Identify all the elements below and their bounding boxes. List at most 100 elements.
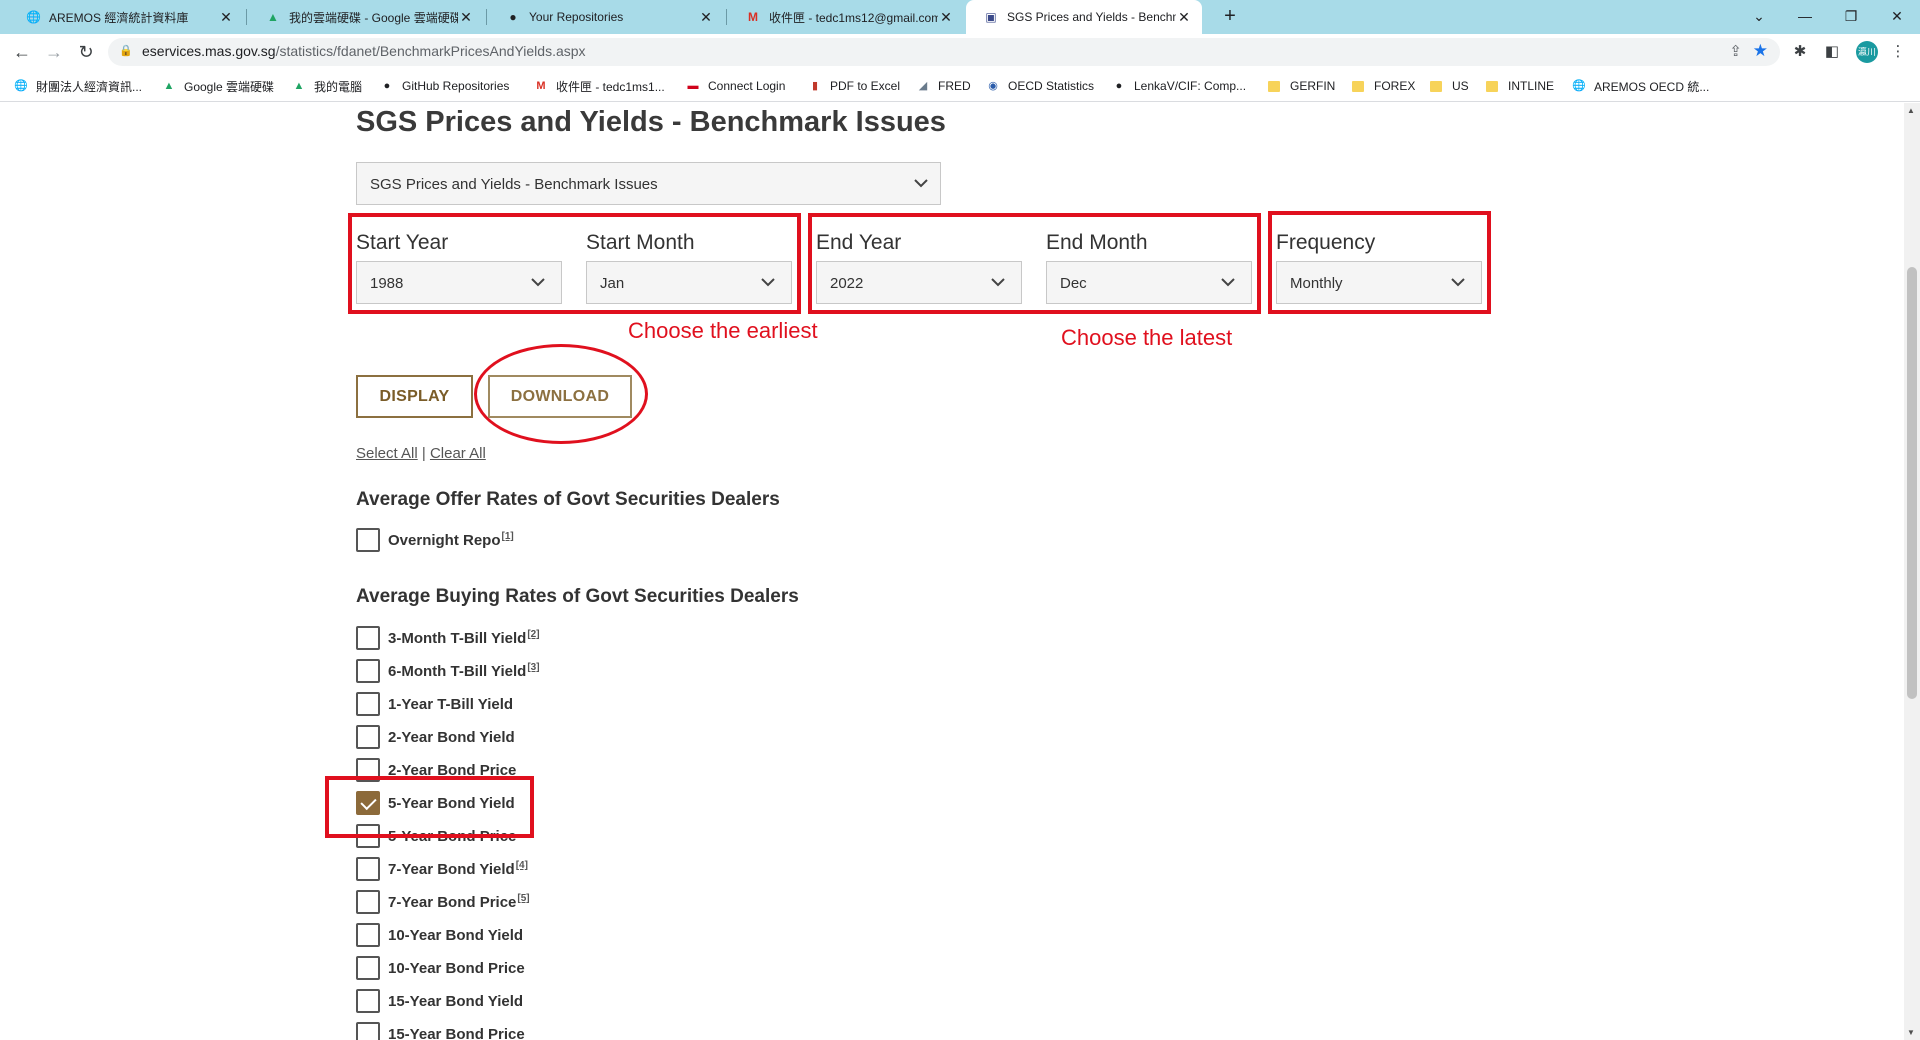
oecd-icon: ◉ (988, 80, 998, 92)
bookmark-item[interactable]: ◉ OECD Statistics (986, 78, 1094, 94)
tab-aremos[interactable]: 🌐 AREMOS 經濟統計資料庫 ✕ (8, 0, 244, 34)
page-scrollbar[interactable]: ▲ ▼ (1904, 103, 1920, 1040)
extensions-icon[interactable]: ✱ (1790, 42, 1810, 62)
folder-icon (1352, 81, 1364, 92)
checkbox[interactable] (356, 923, 380, 947)
bookmark-folder[interactable]: FOREX (1352, 78, 1415, 94)
restore-icon[interactable]: ❐ (1828, 2, 1874, 30)
checkbox[interactable] (356, 528, 380, 552)
dataset-selected-value: SGS Prices and Yields - Benchmark Issues (370, 176, 658, 193)
checkbox[interactable] (356, 857, 380, 881)
series-name: 15-Year Bond Price (388, 1025, 525, 1040)
download-button[interactable]: DOWNLOAD (488, 375, 632, 418)
checkbox[interactable] (356, 725, 380, 749)
close-icon[interactable]: ✕ (698, 9, 714, 26)
bookmark-item[interactable]: ▲ Google 雲端硬碟 (162, 78, 274, 94)
bookmark-folder[interactable]: INTLINE (1486, 78, 1554, 94)
footnote-link[interactable]: [4] (516, 860, 528, 871)
checkbox[interactable] (356, 692, 380, 716)
checkbox[interactable] (356, 890, 380, 914)
minimize-icon[interactable]: — (1782, 2, 1828, 30)
bookmark-folder[interactable]: GERFIN (1268, 78, 1335, 94)
series-name: 7-Year Bond Yield (388, 861, 515, 878)
tab-title: SGS Prices and Yields - Benchm (1007, 10, 1176, 24)
scrollbar-thumb[interactable] (1907, 267, 1917, 699)
github-icon: ● (383, 80, 391, 92)
annotation-box-5y-yield (325, 776, 534, 838)
scroll-down-icon[interactable]: ▼ (1907, 1028, 1915, 1037)
checkbox[interactable] (356, 1022, 380, 1040)
back-icon[interactable]: ← (10, 40, 34, 64)
reload-icon[interactable]: ↻ (74, 40, 98, 64)
close-icon[interactable]: ✕ (938, 9, 954, 26)
forward-icon[interactable]: → (42, 40, 66, 64)
footnote-link[interactable]: [1] (502, 531, 514, 542)
select-all-link[interactable]: Select All (356, 445, 418, 462)
checkbox[interactable] (356, 956, 380, 980)
checkbox-row[interactable]: 7-Year Bond Yield[4] (356, 857, 528, 881)
checkbox-label: 15-Year Bond Yield (388, 993, 523, 1010)
github-icon: ● (509, 10, 517, 24)
checkbox-row[interactable]: 1-Year T-Bill Yield (356, 692, 513, 716)
tab-sgs-prices[interactable]: ▣ SGS Prices and Yields - Benchm ✕ (966, 0, 1202, 34)
footnote-link[interactable]: [2] (527, 629, 539, 640)
footnote-link[interactable]: [5] (517, 893, 529, 904)
checkbox-row[interactable]: 3-Month T-Bill Yield[2] (356, 626, 540, 650)
share-icon[interactable]: ⇪ (1729, 42, 1742, 60)
bookmark-label: GitHub Repositories (402, 79, 510, 93)
checkbox[interactable] (356, 989, 380, 1013)
checkbox-row[interactable]: Overnight Repo[1] (356, 528, 514, 552)
checkbox-row[interactable]: 15-Year Bond Yield (356, 989, 523, 1013)
bookmark-item[interactable]: ▲ 我的電腦 (292, 78, 362, 94)
bookmark-item[interactable]: ▬ Connect Login (686, 78, 786, 94)
address-bar[interactable]: 🔒 eservices.mas.gov.sg/statistics/fdanet… (108, 38, 1780, 66)
close-icon[interactable]: ✕ (1176, 9, 1192, 26)
series-name: 10-Year Bond Yield (388, 926, 524, 944)
bookmark-star-icon[interactable]: ★ (1753, 41, 1768, 61)
url-text[interactable]: eservices.mas.gov.sg/statistics/fdanet/B… (142, 43, 586, 59)
checkbox-label: 10-Year Bond Yield (388, 927, 523, 944)
checkbox[interactable] (356, 659, 380, 683)
bookmark-item[interactable]: ▮ PDF to Excel (808, 78, 900, 94)
bookmark-item[interactable]: ● LenkaV/CIF: Comp... (1112, 78, 1246, 94)
scroll-up-icon[interactable]: ▲ (1907, 106, 1915, 115)
series-name: 1-Year T-Bill Yield (388, 695, 514, 713)
window-close-icon[interactable]: ✕ (1874, 2, 1920, 30)
new-tab-button[interactable]: + (1218, 5, 1242, 29)
checkbox-row[interactable]: 10-Year Bond Price (356, 956, 525, 980)
checkbox-label: 10-Year Bond Price (388, 960, 525, 977)
checkbox-label: 6-Month T-Bill Yield[3] (388, 662, 540, 680)
tab-google-drive[interactable]: ▲ 我的雲端硬碟 - Google 雲端硬碟 ✕ (248, 0, 484, 34)
side-panel-icon[interactable]: ◧ (1822, 42, 1842, 62)
checkbox-row[interactable]: 15-Year Bond Price (356, 1022, 525, 1040)
menu-icon[interactable]: ⋮ (1888, 42, 1908, 62)
dataset-dropdown[interactable]: SGS Prices and Yields - Benchmark Issues (356, 162, 941, 205)
close-icon[interactable]: ✕ (458, 9, 474, 26)
bookmark-item[interactable]: 🌐 財團法人經濟資訊... (14, 78, 142, 94)
bookmark-item[interactable]: 🌐 AREMOS OECD 統... (1572, 78, 1709, 94)
link-separator: | (421, 445, 426, 462)
close-icon[interactable]: ✕ (218, 9, 234, 26)
tab-github[interactable]: ● Your Repositories ✕ (488, 0, 724, 34)
checkbox-label: 1-Year T-Bill Yield (388, 696, 513, 713)
tab-gmail[interactable]: M 收件匣 - tedc1ms12@gmail.com ✕ (728, 0, 964, 34)
bookmark-item[interactable]: M 收件匣 - tedc1ms1... (534, 78, 664, 94)
checkbox-row[interactable]: 10-Year Bond Yield (356, 923, 523, 947)
tab-search-icon[interactable]: ⌄ (1736, 2, 1782, 30)
lock-icon[interactable]: 🔒 (119, 44, 133, 57)
display-button[interactable]: DISPLAY (356, 375, 473, 418)
bookmark-folder[interactable]: US (1430, 78, 1469, 94)
page-title: SGS Prices and Yields - Benchmark Issues (356, 106, 946, 138)
bookmark-item[interactable]: ● GitHub Repositories (380, 78, 510, 94)
google-drive-icon: ▲ (267, 10, 279, 24)
checkbox-row[interactable]: 7-Year Bond Price[5] (356, 890, 530, 914)
clear-all-link[interactable]: Clear All (430, 445, 486, 462)
checkbox[interactable] (356, 626, 380, 650)
avatar[interactable]: 瀛川 (1856, 41, 1878, 63)
bookmark-item[interactable]: ◢ FRED (916, 78, 971, 94)
checkbox-row[interactable]: 2-Year Bond Yield (356, 725, 515, 749)
footnote-link[interactable]: [3] (527, 662, 539, 673)
chart-icon: ◢ (918, 80, 928, 92)
series-name: 15-Year Bond Yield (388, 992, 524, 1010)
checkbox-row[interactable]: 6-Month T-Bill Yield[3] (356, 659, 540, 683)
